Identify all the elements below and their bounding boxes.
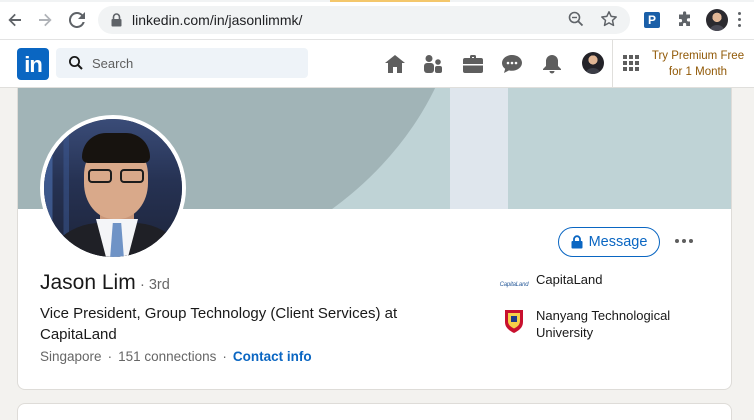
search-icon	[68, 55, 84, 76]
address-bar[interactable]: linkedin.com/in/jasonlimmk/	[98, 6, 630, 34]
jobs-icon[interactable]	[461, 52, 485, 76]
experience-name: Nanyang Technological University	[536, 308, 671, 340]
notifications-icon[interactable]	[540, 52, 564, 76]
browser-toolbar: linkedin.com/in/jasonlimmk/ P	[0, 0, 754, 40]
profile-location: Singapore	[40, 349, 102, 364]
experience-item-capitaland[interactable]: CapitaLand CapitaLand	[500, 271, 706, 299]
next-section-card	[17, 403, 732, 420]
more-icon[interactable]	[675, 239, 693, 243]
forward-icon[interactable]	[34, 9, 56, 31]
back-icon[interactable]	[4, 9, 26, 31]
connection-degree: · 3rd	[140, 277, 170, 293]
contact-info-link[interactable]: Contact info	[233, 349, 312, 364]
profile-photo[interactable]	[40, 115, 186, 261]
work-grid-icon[interactable]	[623, 55, 639, 71]
tab-strip-edge	[0, 0, 754, 2]
extension-p-icon[interactable]: P	[644, 12, 660, 28]
profile-name: Jason Lim	[40, 271, 136, 294]
header-divider	[612, 40, 613, 88]
reload-icon[interactable]	[66, 9, 88, 31]
profile-meta: Singapore · 151 connections · Contact info	[40, 349, 312, 364]
lock-icon	[571, 235, 583, 249]
profile-card: Message Jason Lim · 3rd Vice President, …	[17, 88, 732, 390]
message-button-label: Message	[588, 234, 648, 250]
linkedin-header: in Search Try Premium Free for 1 Month	[0, 40, 754, 88]
star-icon[interactable]	[600, 10, 618, 33]
search-placeholder: Search	[92, 56, 134, 71]
linkedin-logo[interactable]: in	[17, 48, 49, 80]
profile-headline: Vice President, Group Technology (Client…	[40, 305, 398, 343]
experience-name: CapitaLand	[536, 272, 603, 287]
url-text: linkedin.com/in/jasonlimmk/	[132, 12, 303, 28]
zoom-icon[interactable]	[568, 11, 584, 32]
connections-link[interactable]: 151 connections	[118, 349, 216, 364]
capitaland-logo: CapitaLand	[499, 282, 529, 288]
me-avatar[interactable]	[582, 52, 604, 74]
active-tab-indicator	[330, 0, 450, 2]
try-premium-link[interactable]: Try Premium Free for 1 Month	[650, 48, 746, 80]
browser-profile-avatar[interactable]	[706, 9, 728, 31]
experience-item-ntu[interactable]: Nanyang Technological University	[500, 307, 706, 341]
premium-line-2: for 1 Month	[668, 66, 728, 78]
search-input[interactable]: Search	[56, 48, 308, 78]
browser-menu-icon[interactable]	[738, 12, 741, 27]
messaging-icon[interactable]	[500, 52, 524, 76]
my-network-icon[interactable]	[421, 52, 445, 76]
puzzle-icon[interactable]	[676, 11, 694, 34]
message-button[interactable]: Message	[558, 227, 660, 257]
ntu-logo	[500, 307, 528, 335]
home-icon[interactable]	[383, 52, 407, 76]
lock-icon[interactable]	[111, 13, 122, 32]
premium-line-1: Try Premium Free	[651, 50, 745, 62]
